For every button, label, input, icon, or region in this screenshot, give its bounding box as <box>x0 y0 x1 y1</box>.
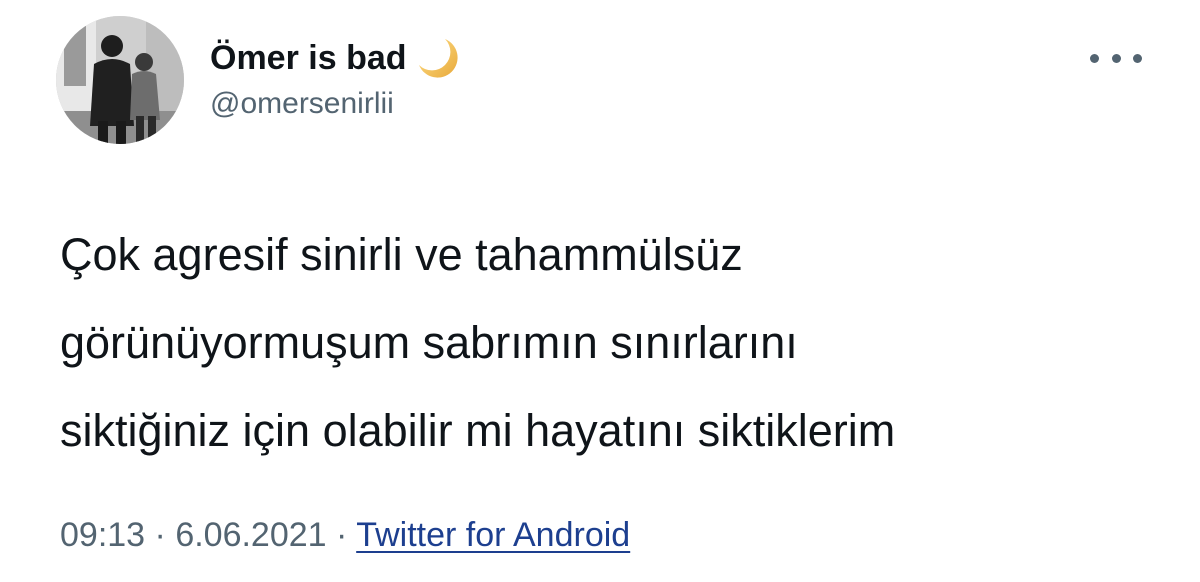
tweet-time[interactable]: 09:13 <box>60 516 145 554</box>
tweet-card: Ömer is bad @omersenirlii Çok agresif si… <box>0 0 1200 582</box>
more-options-icon <box>1111 53 1121 63</box>
more-options-icon <box>1133 53 1142 63</box>
meta-separator: · <box>326 516 357 554</box>
more-options-button[interactable] <box>1090 44 1142 72</box>
tweet-text-line: siktiğiniz için olabilir mi hayatını sik… <box>60 405 896 456</box>
crescent-moon-icon <box>415 35 461 81</box>
tweet-text-line: görünüyormuşum sabrımın sınırlarını <box>60 317 798 368</box>
meta-separator: · <box>145 516 176 554</box>
display-name[interactable]: Ömer is bad <box>210 39 407 78</box>
name-row: Ömer is bad <box>210 37 461 79</box>
tweet-text-line: Çok agresif sinirli ve tahammülsüz <box>60 229 743 280</box>
avatar[interactable] <box>56 16 184 144</box>
tweet-text: Çok agresif sinirli ve tahammülsüz görün… <box>60 211 1160 475</box>
tweet-date[interactable]: 6.06.2021 <box>175 516 326 554</box>
more-options-icon <box>1090 53 1099 63</box>
tweet-source-link[interactable]: Twitter for Android <box>356 516 630 554</box>
profile-photo-icon <box>56 16 184 144</box>
tweet-metadata: 09:13 · 6.06.2021 · Twitter for Android <box>60 516 630 555</box>
user-handle[interactable]: @omersenirlii <box>210 87 394 121</box>
